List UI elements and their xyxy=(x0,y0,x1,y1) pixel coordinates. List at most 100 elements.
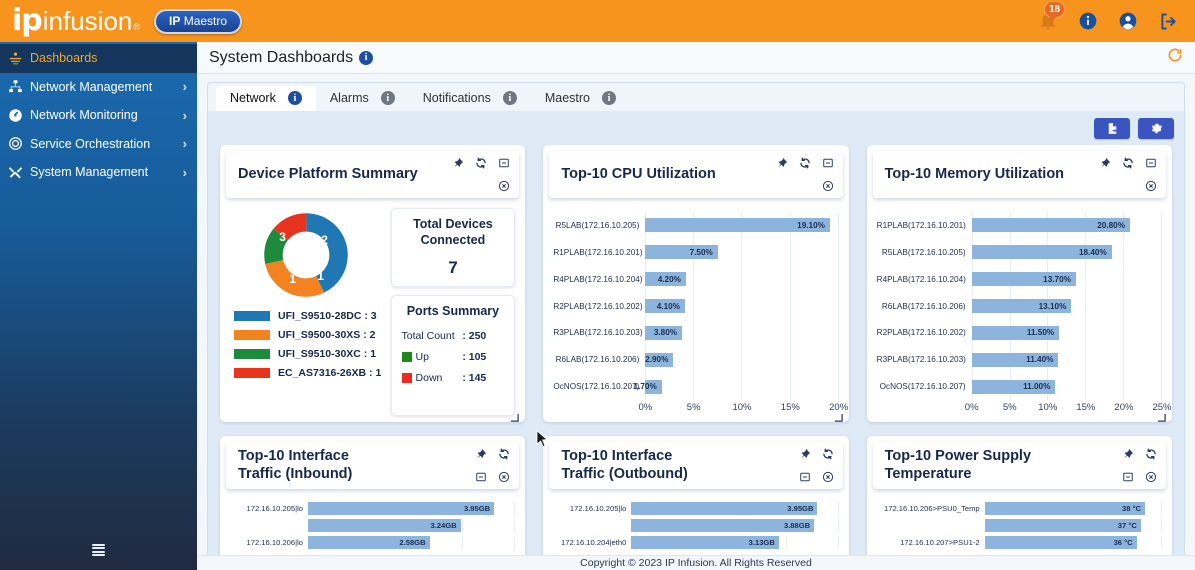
legend-item[interactable]: UFI_S9510-30XC : 1 xyxy=(234,348,383,360)
chart-bar[interactable]: 4.20% xyxy=(645,272,686,287)
chart-bar-row[interactable]: 172.16.10.207>PSU1-2 36 °C xyxy=(877,535,1163,550)
close-icon[interactable] xyxy=(497,470,511,484)
minimize-icon[interactable] xyxy=(497,156,511,170)
refresh-icon[interactable] xyxy=(1121,156,1135,170)
chart-bar[interactable]: 38 °C xyxy=(984,502,1146,515)
chart-bar[interactable]: 2.58GB xyxy=(308,536,430,549)
page-info-icon[interactable]: i xyxy=(359,50,374,65)
chart-bar-row[interactable]: 3.88GB xyxy=(553,518,839,533)
chart-bar-row[interactable]: 172.16.10.206|lo 2.58GB xyxy=(230,535,516,550)
minimize-icon[interactable] xyxy=(1121,470,1135,484)
tab-notifications[interactable]: Notifications i xyxy=(409,86,531,111)
refresh-icon[interactable] xyxy=(1144,447,1158,461)
close-icon[interactable] xyxy=(821,470,835,484)
close-icon[interactable] xyxy=(821,179,835,193)
chart-bar-row[interactable]: R3PLAB(172.16.10.203) 3.80% xyxy=(553,319,839,347)
info-icon[interactable]: i xyxy=(287,91,302,105)
chart-bar[interactable]: 3.13GB xyxy=(631,536,779,549)
logout-icon[interactable] xyxy=(1155,8,1181,34)
minimize-icon[interactable] xyxy=(474,470,488,484)
chart-bar-row[interactable]: R3PLAB(172.16.10.203) 11.40% xyxy=(877,346,1163,374)
sidebar-item-service-orchestration[interactable]: Service Orchestration › xyxy=(0,130,197,159)
chart-bar-row[interactable]: R6LAB(172.16.10.206) 2.90% xyxy=(553,346,839,374)
tab-network[interactable]: Network i xyxy=(216,86,316,111)
chart-bar[interactable]: 3.95GB xyxy=(308,502,495,515)
info-icon[interactable]: i xyxy=(602,91,616,105)
chart-bar-row[interactable]: R4PLAB(172.16.10.204) 4.20% xyxy=(553,265,839,293)
chart-bar[interactable]: 36 °C xyxy=(984,536,1137,549)
chart-bar-row[interactable]: R2PLAB(172.16.10.202) 4.10% xyxy=(553,292,839,320)
refresh-icon[interactable] xyxy=(497,447,511,461)
minimize-icon[interactable] xyxy=(821,156,835,170)
chart-bar-row[interactable]: 37 °C xyxy=(877,518,1163,533)
refresh-icon[interactable] xyxy=(798,156,812,170)
sidebar-collapse-button[interactable] xyxy=(0,530,197,570)
chart-bar-row[interactable]: 172.16.10.205|lo 3.95GB xyxy=(553,501,839,516)
chart-bar-row[interactable]: R1PLAB(172.16.10.201) 7.50% xyxy=(553,238,839,266)
chart-bar[interactable]: 11.00% xyxy=(971,379,1056,394)
cpu-utilization-chart[interactable]: R5LAB(172.16.10.205) 19.10% R1PLAB(172.16.… xyxy=(553,206,848,416)
sidebar-item-system-management[interactable]: System Management › xyxy=(0,158,197,187)
chart-bar-row[interactable]: R4PLAB(172.16.10.204) 13.70% xyxy=(877,265,1163,293)
legend-item[interactable]: EC_AS7316-26XB : 1 xyxy=(234,367,383,379)
pin-icon[interactable] xyxy=(798,447,812,461)
close-icon[interactable] xyxy=(497,179,511,193)
info-icon[interactable] xyxy=(1075,8,1101,34)
power-supply-temperature-chart[interactable]: 172.16.10.206>PSU0_Temp 38 °C 37 °C 172.16.… xyxy=(877,497,1163,550)
tab-maestro[interactable]: Maestro i xyxy=(531,86,630,111)
chart-bar-row[interactable]: R5LAB(172.16.10.205) 19.10% xyxy=(553,212,839,239)
interface-traffic-inbound-chart[interactable]: 172.16.10.205|lo 3.95GB 3.24GB 172.16.10.20… xyxy=(230,497,516,550)
report-export-button[interactable] xyxy=(1094,117,1130,139)
notifications-bell-button[interactable]: 18 xyxy=(1035,1,1066,34)
chart-bar[interactable]: 18.40% xyxy=(971,245,1112,260)
chart-bar[interactable]: 11.50% xyxy=(971,325,1060,340)
chart-bar[interactable]: 2.90% xyxy=(645,352,674,367)
chart-bar-row[interactable]: OcNOS(172.16.10.207) 11.00% xyxy=(877,373,1163,401)
close-icon[interactable] xyxy=(1144,470,1158,484)
ipinfusion-logo[interactable]: ip infusion ® xyxy=(12,6,140,36)
pin-icon[interactable] xyxy=(474,447,488,461)
tab-alarms[interactable]: Alarms i xyxy=(316,86,409,111)
info-icon[interactable]: i xyxy=(380,91,395,105)
dashboard-settings-button[interactable] xyxy=(1138,117,1174,139)
chart-bar[interactable]: 4.10% xyxy=(645,299,685,313)
chart-bar[interactable]: 3.88GB xyxy=(631,519,815,532)
chart-bar-row[interactable]: 3.24GB xyxy=(230,518,516,533)
chart-bar[interactable]: 3.80% xyxy=(645,325,683,340)
device-platform-donut-chart[interactable]: 3 2 1 1 xyxy=(263,212,349,298)
sidebar-item-network-monitoring[interactable]: Network Monitoring › xyxy=(0,101,197,130)
chart-bar[interactable]: 1.70% xyxy=(634,379,662,394)
chart-bar[interactable]: 7.50% xyxy=(645,245,718,260)
chart-bar[interactable]: 20.80% xyxy=(971,218,1131,233)
chart-bar-row[interactable]: 172.16.10.204|eth0 3.13GB xyxy=(553,535,839,550)
chart-bar[interactable]: 37 °C xyxy=(984,519,1141,532)
chart-bar[interactable]: 3.95GB xyxy=(631,502,818,515)
chart-bar-row[interactable]: R2PLAB(172.16.10.202) 11.50% xyxy=(877,319,1163,347)
interface-traffic-outbound-chart[interactable]: 172.16.10.205|lo 3.95GB 3.88GB 172.16.10.20… xyxy=(553,497,839,550)
chart-bar[interactable]: 13.70% xyxy=(971,272,1076,287)
chart-bar-row[interactable]: R6LAB(172.16.10.206) 13.10% xyxy=(877,292,1163,320)
chart-bar[interactable]: 3.24GB xyxy=(308,519,461,532)
page-refresh-icon[interactable] xyxy=(1167,47,1183,68)
chart-bar[interactable]: 19.10% xyxy=(645,218,830,233)
pin-icon[interactable] xyxy=(451,156,465,170)
refresh-icon[interactable] xyxy=(474,156,488,170)
pin-icon[interactable] xyxy=(1121,447,1135,461)
minimize-icon[interactable] xyxy=(1144,156,1158,170)
legend-item[interactable]: UFI_S9500-30XS : 2 xyxy=(234,329,383,341)
close-icon[interactable] xyxy=(1144,179,1158,193)
pin-icon[interactable] xyxy=(775,156,789,170)
product-badge[interactable]: IP Maestro xyxy=(154,8,243,34)
chart-bar[interactable]: 11.40% xyxy=(971,352,1059,367)
refresh-icon[interactable] xyxy=(821,447,835,461)
chart-bar[interactable]: 13.10% xyxy=(971,299,1072,313)
user-account-icon[interactable] xyxy=(1115,8,1141,34)
pin-icon[interactable] xyxy=(1098,156,1112,170)
chart-bar-row[interactable]: 172.16.10.206>PSU0_Temp 38 °C xyxy=(877,501,1163,516)
chart-bar-row[interactable]: 172.16.10.205|lo 3.95GB xyxy=(230,501,516,516)
minimize-icon[interactable] xyxy=(798,470,812,484)
sidebar-item-dashboards[interactable]: Dashboards xyxy=(0,44,197,73)
chart-bar-row[interactable]: R1PLAB(172.16.10.201) 20.80% xyxy=(877,212,1163,239)
memory-utilization-chart[interactable]: R1PLAB(172.16.10.201) 20.80% R5LAB(172.16.… xyxy=(877,206,1172,416)
sidebar-item-network-management[interactable]: Network Management › xyxy=(0,73,197,102)
